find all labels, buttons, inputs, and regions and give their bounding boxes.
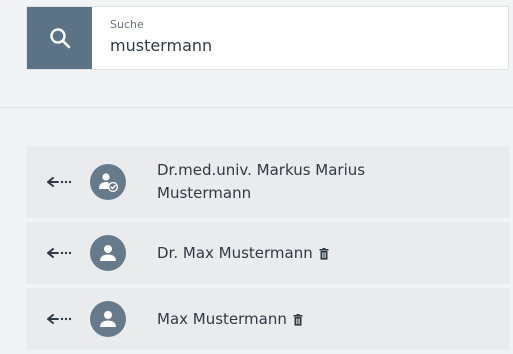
search-box: Suche — [26, 6, 509, 70]
trash-icon[interactable] — [293, 313, 303, 326]
arrow-left-icon[interactable] — [26, 314, 90, 324]
avatar — [90, 235, 126, 271]
search-label: Suche — [110, 18, 144, 31]
result-row[interactable]: Max Mustermann — [26, 288, 510, 350]
user-icon — [100, 245, 116, 261]
search-field: Suche — [92, 7, 508, 69]
result-name: Dr. Max Mustermann — [157, 242, 427, 265]
search-icon — [49, 28, 70, 49]
user-verified-icon — [99, 173, 119, 193]
user-icon — [100, 311, 116, 327]
result-row[interactable]: Dr. Max Mustermann — [26, 222, 510, 284]
arrow-left-icon[interactable] — [26, 248, 90, 258]
avatar — [90, 301, 126, 337]
result-name: Dr.med.univ. Markus Marius Mustermann — [157, 161, 366, 202]
result-row[interactable]: Dr.med.univ. Markus Marius Mustermann — [26, 146, 510, 218]
trash-icon[interactable] — [319, 247, 329, 260]
search-button[interactable] — [27, 7, 92, 69]
results-list: Dr.med.univ. Markus Marius Mustermann Dr… — [26, 146, 510, 354]
avatar — [90, 164, 126, 200]
result-name-text: Dr. Max Mustermann — [157, 243, 313, 262]
arrow-left-icon[interactable] — [26, 177, 90, 187]
search-input[interactable] — [110, 36, 490, 55]
result-name: Max Mustermann — [157, 308, 427, 331]
divider — [0, 107, 513, 108]
result-name-text: Max Mustermann — [157, 309, 287, 328]
search-panel: Suche — [0, 0, 513, 107]
